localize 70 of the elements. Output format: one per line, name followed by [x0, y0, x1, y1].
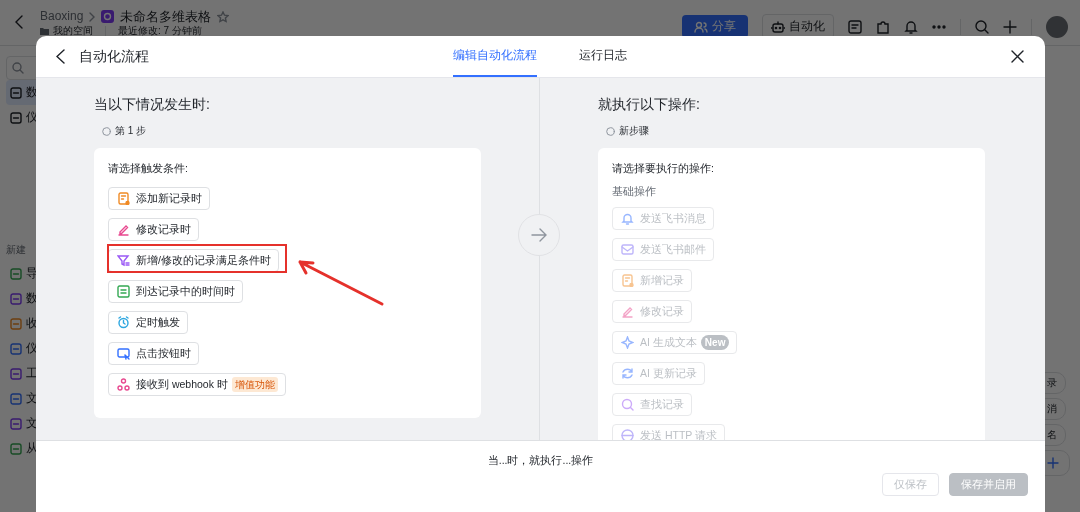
group-label: 基础操作: [612, 185, 657, 199]
prompt-text: 请选择要执行的操作:: [612, 162, 715, 176]
option-button[interactable]: 新增/修改的记录满足条件时: [108, 249, 279, 272]
avatar[interactable]: [1046, 15, 1068, 38]
tab[interactable]: 运行日志: [579, 36, 627, 77]
square-icon: [10, 86, 22, 99]
option-button[interactable]: 定时触发: [108, 311, 188, 334]
document-title: 未命名多维表格: [120, 9, 212, 24]
search-icon[interactable]: [975, 19, 989, 34]
option-icon: [621, 398, 634, 411]
sidebar-item[interactable]: 数: [6, 286, 36, 311]
sidebar-item[interactable]: 工: [6, 361, 36, 386]
square-icon: [10, 111, 22, 124]
summary-text: 当...时，就执行...操作: [486, 454, 595, 468]
back-chevron-icon[interactable]: [56, 49, 65, 64]
step-node-icon: [606, 126, 615, 136]
section-label: 新建: [6, 243, 27, 257]
sidebar-item[interactable]: 文: [6, 411, 36, 436]
section-heading: 当以下情况发生时:: [94, 96, 211, 114]
section-heading: 就执行以下操作:: [598, 96, 701, 114]
sidebar-item[interactable]: 文: [6, 386, 36, 411]
option-icon: [117, 378, 130, 391]
option-icon: [117, 223, 130, 236]
document-icon[interactable]: [848, 19, 862, 34]
location-text: 我的空间: [53, 25, 93, 36]
option-icon: [621, 305, 634, 318]
search-icon: [12, 62, 24, 74]
option-button[interactable]: 接收到 webhook 时 增值功能: [108, 373, 286, 396]
square-icon: [10, 342, 22, 355]
breadcrumb-link[interactable]: Baoxing: [40, 9, 84, 24]
robot-icon: [771, 20, 785, 33]
square-icon: [10, 367, 22, 380]
badge: New: [700, 335, 730, 350]
table-icon: [101, 10, 115, 23]
option-button[interactable]: 点击按钮时: [108, 342, 199, 365]
option-icon: [621, 212, 634, 225]
prompt-text: 请选择触发条件:: [108, 162, 189, 176]
option-button[interactable]: 到达记录中的时间时: [108, 280, 243, 303]
dialog-title: 自动化流程: [79, 47, 149, 66]
option-button[interactable]: 添加新记录时: [108, 187, 210, 210]
option-icon: [621, 274, 634, 287]
step-label: 新步骤: [619, 124, 649, 138]
option-icon: [117, 254, 130, 267]
sidebar-item[interactable]: 收: [6, 311, 36, 336]
option-icon: [117, 347, 130, 360]
option-icon: [117, 316, 130, 329]
chevron-right-icon: [89, 11, 96, 22]
square-icon: [10, 267, 22, 280]
option-icon: [117, 285, 130, 298]
option-icon: [117, 192, 130, 205]
step-label: 第 1 步: [115, 124, 147, 138]
square-icon: [10, 292, 22, 305]
people-icon: [694, 20, 708, 33]
option-icon: [621, 367, 634, 380]
option-icon: [621, 429, 634, 440]
share-button[interactable]: 分享: [682, 15, 748, 38]
modified-time: 最近修改: 7 分钟前: [118, 25, 202, 36]
square-icon: [10, 317, 22, 330]
option-icon: [621, 336, 634, 349]
step-node-icon: [102, 126, 111, 136]
badge: 增值功能: [231, 377, 278, 392]
square-icon: [10, 392, 22, 405]
star-icon: [217, 10, 230, 23]
plus-icon[interactable]: [1003, 19, 1017, 34]
square-icon: [10, 417, 22, 430]
bell-icon[interactable]: [904, 19, 918, 34]
square-icon: [10, 442, 22, 455]
close-icon[interactable]: [1011, 50, 1024, 63]
option-button[interactable]: 修改记录时: [108, 218, 199, 241]
option-icon: [621, 243, 634, 256]
